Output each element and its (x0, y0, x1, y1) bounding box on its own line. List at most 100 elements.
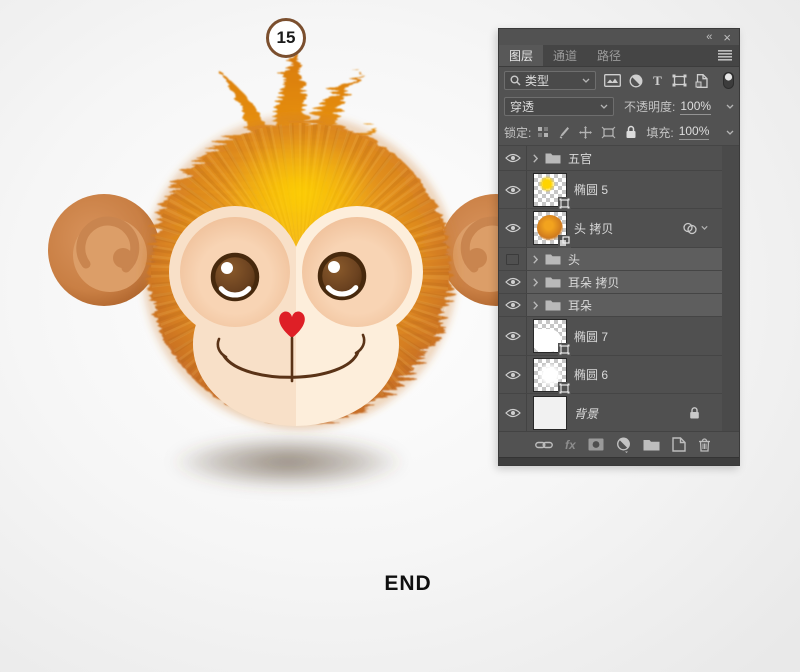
visibility-toggle[interactable] (499, 394, 527, 431)
eye-icon (504, 277, 521, 287)
fill-label: 填充: (646, 125, 674, 140)
layer-thumbnail[interactable] (533, 211, 571, 248)
collapse-panel-icon[interactable]: « (706, 31, 712, 43)
visibility-toggle[interactable] (499, 209, 527, 247)
delete-layer-icon[interactable] (698, 437, 711, 452)
close-panel-icon[interactable]: × (723, 31, 731, 44)
smart-object-filter-icon[interactable] (695, 73, 708, 88)
panel-resize-strip[interactable] (499, 457, 739, 465)
step-number-badge: 15 (266, 18, 306, 58)
layer-thumbnail[interactable] (533, 172, 571, 210)
end-label: END (384, 572, 432, 595)
visibility-toggle[interactable] (499, 356, 527, 393)
layer-style-icon[interactable]: fx (565, 438, 576, 452)
left-ear (48, 194, 160, 306)
layer-name: 椭圆 6 (574, 368, 609, 382)
expand-chevron-icon[interactable] (533, 254, 538, 264)
monkey-shadow (170, 435, 406, 489)
tab-layers[interactable]: 图层 (499, 45, 544, 66)
chevron-down-icon[interactable] (726, 104, 734, 109)
layer-thumbnail[interactable] (533, 396, 567, 430)
opacity-value[interactable]: 100% (680, 99, 712, 115)
search-icon (510, 75, 521, 86)
chevron-down-icon (582, 78, 590, 83)
blend-row: 穿透 不透明度: 100% (499, 94, 739, 119)
link-layers-icon[interactable] (535, 440, 553, 450)
eye-icon (504, 370, 521, 379)
expand-chevron-icon[interactable] (533, 277, 538, 287)
opacity-label: 不透明度: (624, 100, 676, 114)
chevron-down-icon[interactable] (726, 130, 734, 135)
pixel-layer-filter-icon[interactable] (604, 74, 621, 87)
adjustment-layer-filter-icon[interactable] (629, 74, 643, 88)
folder-icon (545, 277, 561, 288)
panel-menu-icon[interactable] (718, 45, 739, 66)
blend-mode-value: 穿透 (510, 100, 535, 114)
new-group-icon[interactable] (643, 438, 660, 451)
lock-transparency-icon[interactable] (537, 126, 549, 138)
expand-chevron-icon[interactable] (533, 153, 538, 163)
eye-icon (504, 185, 521, 194)
layer-row[interactable]: 椭圆 6 (499, 356, 722, 395)
lock-artboard-icon[interactable] (601, 126, 616, 139)
chevron-down-icon (701, 225, 708, 230)
layer-thumbnail[interactable] (533, 357, 571, 395)
adjustment-layer-icon[interactable] (616, 437, 631, 453)
tab-channels[interactable]: 通道 (543, 45, 587, 66)
photoshop-canvas: { "canvas": { "step_number": "15", "end_… (0, 0, 800, 672)
visibility-toggle[interactable] (499, 294, 527, 316)
panel-footer: fx (499, 431, 739, 457)
layer-row[interactable]: 椭圆 7 (499, 317, 722, 356)
svg-text:T: T (653, 74, 662, 87)
lock-row: 锁定: 填充: 100% (499, 119, 739, 146)
panel-tab-bar: 图层 通道 路径 (499, 45, 739, 67)
layer-row-group[interactable]: 五官 (499, 146, 722, 171)
visibility-toggle[interactable] (499, 146, 527, 170)
blend-mode-dropdown[interactable]: 穿透 (504, 97, 614, 116)
layer-name: 耳朵 (568, 298, 593, 313)
folder-icon (545, 300, 561, 311)
visibility-toggle[interactable] (499, 171, 527, 208)
lock-icon (689, 407, 700, 420)
eye-icon (504, 223, 521, 233)
layer-row[interactable]: 椭圆 5 (499, 171, 722, 210)
type-layer-filter-icon[interactable]: T (651, 74, 664, 87)
smart-object-badge (558, 235, 571, 248)
shape-layer-badge (558, 381, 571, 395)
visibility-toggle[interactable] (499, 317, 527, 355)
layers-panel: « × 图层 通道 路径 类型 T 穿透 不透明度: 100% 锁定: 填充: … (498, 28, 740, 466)
filter-toggle-pill[interactable] (723, 72, 734, 89)
visibility-toggle[interactable] (499, 271, 527, 293)
right-eye (317, 251, 367, 301)
layer-list: 五官 椭圆 5 头 拷贝 头 耳朵 拷贝 耳朵 椭圆 7 椭圆 6 背景 (499, 146, 739, 431)
lock-pixels-icon[interactable] (558, 126, 570, 139)
layer-row-group[interactable]: 耳朵 (499, 294, 722, 317)
filter-type-dropdown[interactable]: 类型 (504, 71, 596, 90)
layer-row-group[interactable]: 头 (499, 248, 722, 271)
layer-row-group[interactable]: 耳朵 拷贝 (499, 271, 722, 294)
shape-layer-badge (558, 343, 571, 356)
tab-paths[interactable]: 路径 (587, 45, 631, 66)
layer-name: 椭圆 5 (574, 183, 609, 197)
shape-layer-filter-icon[interactable] (672, 74, 687, 87)
folder-icon (545, 153, 561, 164)
panel-titlebar: « × (499, 29, 739, 45)
visibility-toggle[interactable] (499, 248, 527, 270)
left-eye (210, 252, 260, 302)
fill-value[interactable]: 100% (678, 124, 710, 140)
lock-label: 锁定: (504, 125, 532, 140)
layer-row-background[interactable]: 背景 (499, 394, 722, 431)
add-layer-mask-icon[interactable] (588, 438, 604, 451)
expand-chevron-icon[interactable] (533, 300, 538, 310)
lock-all-icon[interactable] (625, 125, 637, 139)
lock-position-icon[interactable] (579, 125, 593, 139)
new-layer-icon[interactable] (671, 437, 686, 452)
layer-thumbnail[interactable] (533, 319, 571, 356)
folder-icon (545, 254, 561, 265)
eye-icon (504, 300, 521, 310)
layer-row[interactable]: 头 拷贝 (499, 209, 722, 248)
chevron-down-icon (600, 104, 608, 109)
shape-layer-badge (558, 196, 571, 210)
layer-effects-badge[interactable] (682, 222, 708, 235)
layer-name: 椭圆 7 (574, 329, 609, 344)
